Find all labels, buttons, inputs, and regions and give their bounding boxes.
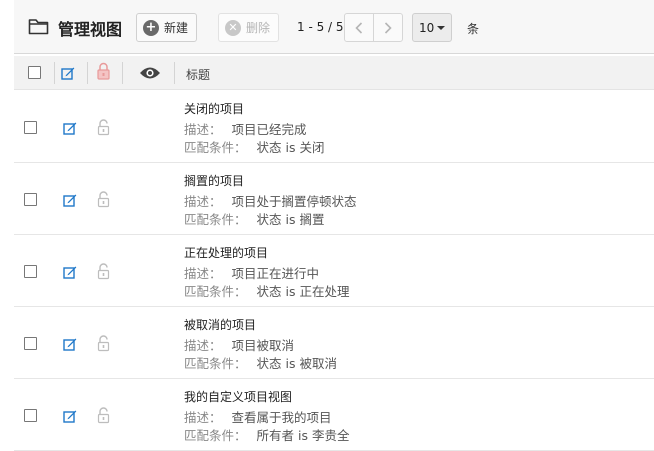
per-page-value: 10: [419, 20, 435, 35]
row-condition: 匹配条件： 状态 is 关闭: [184, 137, 324, 156]
prev-page-button[interactable]: [344, 13, 374, 42]
header-divider: [54, 62, 55, 84]
condition-value: 状态 is 搁置: [256, 212, 325, 227]
header-divider: [122, 62, 123, 84]
eye-icon[interactable]: [139, 66, 161, 80]
description-label: 描述：: [184, 266, 222, 281]
condition-label: 匹配条件：: [184, 212, 247, 227]
per-page-select[interactable]: 10: [412, 13, 452, 42]
row-condition: 匹配条件： 状态 is 正在处理: [184, 281, 349, 300]
unlock-icon[interactable]: [97, 263, 110, 280]
chevron-left-icon: [355, 21, 363, 34]
edit-icon[interactable]: [63, 193, 77, 207]
table-row: 被取消的项目 描述： 项目被取消匹配条件： 状态 is 被取消: [14, 307, 654, 379]
description-value: 项目处于搁置停顿状态: [231, 194, 357, 209]
condition-label: 匹配条件：: [184, 428, 247, 443]
delete-button[interactable]: ✕ 删除: [218, 13, 279, 42]
page-title: 管理视图: [58, 20, 123, 39]
row-description: 描述： 项目被取消: [184, 335, 294, 354]
row-condition: 匹配条件： 所有者 is 李贵全: [184, 425, 349, 444]
row-checkbox[interactable]: [24, 193, 37, 206]
row-checkbox[interactable]: [24, 409, 37, 422]
row-title[interactable]: 正在处理的项目: [184, 244, 268, 261]
edit-icon[interactable]: [61, 66, 75, 80]
unlock-icon[interactable]: [97, 335, 110, 352]
edit-icon[interactable]: [63, 121, 77, 135]
description-value: 项目正在进行中: [231, 266, 320, 281]
description-label: 描述：: [184, 194, 222, 209]
folder-icon: [28, 19, 49, 35]
condition-label: 匹配条件：: [184, 356, 247, 371]
table-row: 正在处理的项目 描述： 项目正在进行中匹配条件： 状态 is 正在处理: [14, 235, 654, 307]
row-description: 描述： 项目正在进行中: [184, 263, 319, 282]
condition-value: 所有者 is 李贵全: [256, 428, 350, 443]
row-title[interactable]: 我的自定义项目视图: [184, 388, 292, 405]
delete-icon: ✕: [225, 19, 241, 36]
pager-range: 1 - 5 / 5: [297, 20, 344, 34]
caret-down-icon: [437, 25, 446, 30]
table-row: 关闭的项目描述： 项目已经完成匹配条件： 状态 is 关闭: [14, 91, 654, 163]
row-title[interactable]: 搁置的项目: [184, 172, 244, 189]
new-button[interactable]: + 新建: [136, 13, 197, 42]
chevron-right-icon: [384, 21, 392, 34]
next-page-button[interactable]: [373, 13, 403, 42]
toolbar: 管理视图 + 新建 ✕ 删除 1 - 5 / 5 10 条: [14, 0, 654, 54]
row-condition: 匹配条件： 状态 is 被取消: [184, 353, 337, 372]
row-checkbox[interactable]: [24, 337, 37, 350]
header-divider: [87, 62, 88, 84]
edit-icon[interactable]: [63, 409, 77, 423]
select-all-checkbox[interactable]: [28, 66, 41, 79]
condition-value: 状态 is 关闭: [256, 140, 325, 155]
description-label: 描述：: [184, 122, 222, 137]
table-row: 我的自定义项目视图 描述： 查看属于我的项目匹配条件： 所有者 is 李贵全: [14, 379, 654, 451]
row-condition: 匹配条件： 状态 is 搁置: [184, 209, 324, 228]
row-description: 描述： 项目已经完成: [184, 119, 307, 138]
condition-label: 匹配条件：: [184, 140, 247, 155]
description-value: 查看属于我的项目: [231, 410, 332, 425]
row-checkbox[interactable]: [24, 121, 37, 134]
table-row: 搁置的项目描述： 项目处于搁置停顿状态匹配条件： 状态 is 搁置: [14, 163, 654, 235]
row-title[interactable]: 被取消的项目: [184, 316, 256, 333]
description-label: 描述：: [184, 338, 222, 353]
row-description: 描述： 项目处于搁置停顿状态: [184, 191, 357, 210]
per-page-unit: 条: [467, 22, 480, 36]
new-button-label: 新建: [164, 21, 189, 35]
unlock-icon[interactable]: [97, 119, 110, 136]
unlock-icon[interactable]: [97, 407, 110, 424]
table-header: 标题: [14, 56, 654, 90]
edit-icon[interactable]: [63, 265, 77, 279]
delete-button-label: 删除: [246, 21, 271, 35]
lock-icon[interactable]: [97, 62, 110, 80]
column-header-title[interactable]: 标题: [186, 66, 210, 83]
row-title[interactable]: 关闭的项目: [184, 100, 244, 117]
unlock-icon[interactable]: [97, 191, 110, 208]
plus-icon: +: [143, 19, 159, 36]
row-description: 描述： 查看属于我的项目: [184, 407, 332, 426]
condition-value: 状态 is 正在处理: [256, 284, 350, 299]
row-checkbox[interactable]: [24, 265, 37, 278]
header-divider: [174, 62, 175, 84]
description-value: 项目被取消: [231, 338, 295, 353]
condition-label: 匹配条件：: [184, 284, 247, 299]
condition-value: 状态 is 被取消: [256, 356, 337, 371]
description-label: 描述：: [184, 410, 222, 425]
description-value: 项目已经完成: [231, 122, 307, 137]
edit-icon[interactable]: [63, 337, 77, 351]
